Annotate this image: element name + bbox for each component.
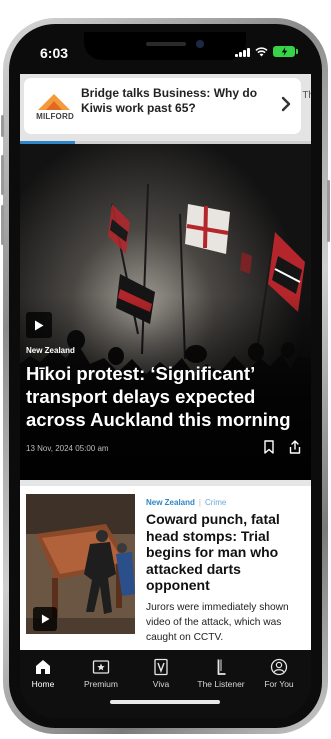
home-icon [36,660,50,674]
profile-icon [270,658,288,676]
bottom-tab-bar: Home Premium Viva The Listener For You [20,650,311,718]
home-indicator[interactable] [110,700,220,704]
story-section-label[interactable]: New Zealand [146,498,195,507]
story-headline[interactable]: Coward punch, fatal head stomps: Trial b… [146,511,304,594]
tab-label-for-you: For You [264,679,294,689]
phone-screen: 6:03 MILFORD Bridge talks Business: Why … [20,32,311,718]
wifi-icon [255,46,268,56]
hero-story[interactable]: New Zealand Hīkoi protest: ‘Significant’… [20,144,311,480]
share-icon[interactable] [289,440,301,454]
story-meta: New Zealand | Crime [146,498,226,507]
story-summary: Jurors were immediately shown video of t… [146,602,289,643]
hero-headline[interactable]: Hīkoi protest: ‘Significant’ transport d… [26,362,306,431]
hero-timestamp: 13 Nov, 2024 05:00 am [26,444,109,453]
tab-premium[interactable]: Premium [72,658,130,689]
notch [84,32,246,60]
story-card[interactable]: New Zealand | Crime Coward punch, fatal … [20,486,311,650]
bookmark-icon[interactable] [263,440,275,454]
earpiece-speaker [146,42,186,46]
battery-charging-icon [273,46,298,57]
front-camera [196,40,204,48]
listener-icon [217,659,226,675]
story-thumbnail[interactable] [26,494,135,634]
status-bar: 6:03 [20,32,311,74]
volume-up-button [1,155,4,195]
mute-switch [1,115,4,137]
tab-label-premium: Premium [83,679,118,689]
ad-banner-area: MILFORD Bridge talks Business: Why do Ki… [20,74,311,144]
tab-the-listener[interactable]: The Listener [192,658,250,689]
play-icon [35,320,44,330]
status-time: 6:03 [40,45,69,61]
tab-home[interactable]: Home [20,658,72,689]
story-subsection-label[interactable]: Crime [205,498,226,507]
ad-headline: Bridge talks Business: Why do Kiwis work… [81,86,258,115]
premium-star-icon [92,660,110,674]
tab-label-viva: Viva [152,679,170,689]
milford-mountain-icon [38,94,70,110]
milford-logo: MILFORD [34,90,76,124]
hero-video-play-button[interactable] [26,312,52,338]
status-icons [235,46,298,57]
tab-viva[interactable]: Viva [132,658,190,689]
tab-label-the-listener: The Listener [197,679,245,689]
power-button [327,180,330,242]
story-video-play-button[interactable] [33,607,57,631]
play-icon [41,614,50,624]
volume-down-button [1,205,4,245]
tab-label-home: Home [31,679,55,689]
milford-logo-text: MILFORD [36,112,74,121]
chevron-right-icon[interactable] [279,95,293,113]
ad-card[interactable]: MILFORD Bridge talks Business: Why do Ki… [24,78,301,134]
viva-icon [154,658,168,676]
hero-section-label[interactable]: New Zealand [26,346,75,355]
story-meta-divider: | [198,498,201,507]
tab-for-you[interactable]: For You [250,658,308,689]
hero-actions [263,440,301,454]
cellular-signal-icon [235,47,250,57]
next-ad-peek: Th [302,90,311,101]
